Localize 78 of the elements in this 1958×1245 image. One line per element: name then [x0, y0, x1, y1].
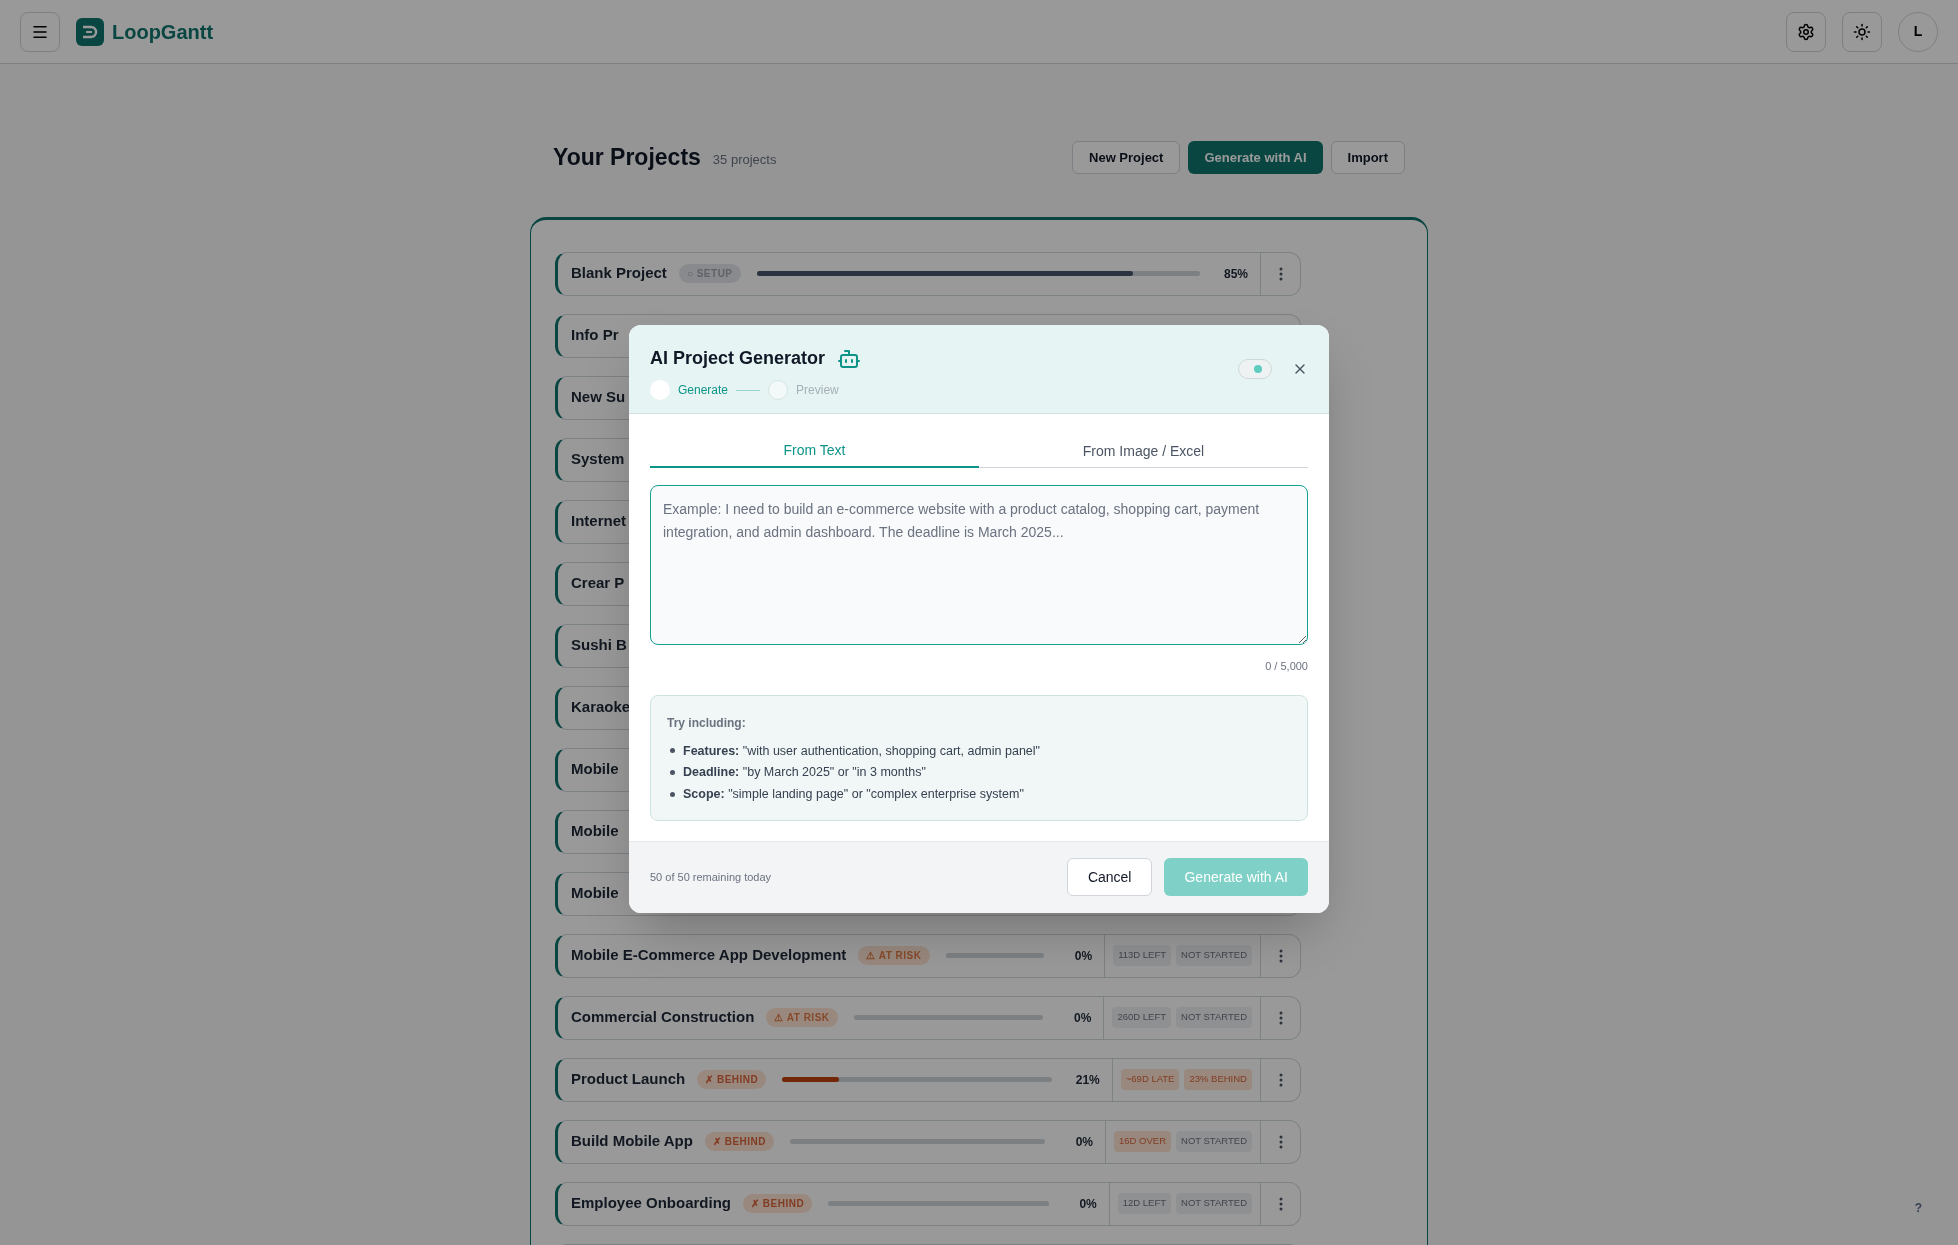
status-badge: ✗ BEHIND [704, 1132, 775, 1151]
brand-name: LoopGantt [112, 19, 214, 45]
project-name: Blank Project [571, 263, 667, 284]
progress-percent: 0% [1078, 1195, 1097, 1213]
project-name: Commercial Construction [571, 1007, 755, 1028]
status-tag: NOT STARTED [1176, 1131, 1252, 1152]
more-vertical-icon [1278, 1196, 1283, 1211]
project-name: Internet [571, 511, 626, 532]
more-vertical-icon [1278, 266, 1283, 281]
more-vertical-icon [1278, 948, 1283, 963]
status-tag: 113D LEFT [1113, 945, 1171, 966]
source-tab[interactable]: From Text [650, 434, 979, 468]
more-vertical-icon [1278, 1010, 1283, 1025]
status-badge: ✗ BEHIND [743, 1194, 813, 1213]
toolbar-button[interactable]: Generate with AI [1188, 140, 1323, 174]
dialog-title: AI Project Generator [650, 347, 826, 370]
project-name: Build Mobile App [571, 1131, 693, 1152]
status-tag: NOT STARTED [1176, 1193, 1252, 1214]
theme-button[interactable] [1842, 11, 1882, 52]
toolbar-button[interactable]: Import [1330, 140, 1405, 174]
sun-icon [1853, 22, 1871, 41]
status-badge: ✗ BEHIND [697, 1070, 767, 1089]
project-name: Mobile [571, 759, 619, 780]
project-row[interactable]: Mobile E-Commerce App Development ⚠ AT RISK 0% 113D LEFT NOT STARTED [555, 933, 1301, 978]
quota-text: 50 of 50 remaining today [650, 870, 772, 885]
character-counter: 0 / 5,000 [1265, 659, 1308, 674]
status-tag: 16D OVER [1114, 1131, 1171, 1152]
project-name: New Su [571, 387, 626, 408]
status-tag: ~69D LATE [1120, 1069, 1180, 1090]
tip-text: Features: "with user authentication, shopping cart, admin panel" [683, 742, 1040, 760]
progress-percent: 85% [1222, 265, 1248, 283]
status-tag: 260D LEFT [1112, 1007, 1171, 1028]
project-name: Employee Onboarding [571, 1193, 732, 1214]
project-name: Crear P [571, 573, 625, 594]
bullet-icon [670, 770, 675, 776]
bullet-icon [670, 791, 675, 797]
project-row[interactable]: Commercial Construction ⚠ AT RISK 0% 260D LEFT NOT STARTED [555, 995, 1301, 1040]
logo-icon [76, 17, 104, 46]
menu-button[interactable] [20, 11, 60, 52]
step-label: Preview [796, 382, 839, 399]
project-name: System [571, 449, 625, 470]
project-name: Sushi B [571, 635, 627, 656]
project-name: Mobile [571, 821, 619, 842]
status-tag: NOT STARTED [1176, 945, 1252, 966]
bullet-icon [670, 748, 675, 754]
status-badge: ⚠ AT RISK [858, 946, 930, 965]
project-name: Mobile [571, 883, 619, 904]
project-name: Info Pr [571, 325, 619, 346]
more-vertical-icon [1278, 1134, 1283, 1149]
more-vertical-icon [1278, 1072, 1283, 1087]
project-name: Karaoke [571, 697, 631, 718]
source-tab[interactable]: From Image / Excel [979, 434, 1308, 468]
progress-percent: 0% [1073, 947, 1093, 965]
project-row[interactable]: Employee Onboarding ✗ BEHIND 0% 12D LEFT NOT STARTED [555, 1181, 1301, 1226]
project-count: 35 projects [712, 150, 777, 169]
project-name: Product Launch [571, 1069, 686, 1090]
status-tag: NOT STARTED [1176, 1007, 1252, 1028]
cancel-button[interactable]: Cancel [1066, 858, 1153, 897]
description-field[interactable]: Example: I need to build an e-commerce website with a product catalog, shopping cart, payment integration, and admin dashboard. The deadline is March 2025... [650, 485, 1308, 645]
help-icon[interactable]: ? [1914, 1199, 1922, 1217]
progress-percent: 0% [1074, 1133, 1093, 1151]
tip-text: Scope: "simple landing page" or "complex enterprise system" [683, 786, 1024, 803]
progress-percent: 21% [1074, 1071, 1100, 1089]
toggle-switch[interactable] [1238, 359, 1272, 379]
status-tag: 12D LEFT [1117, 1193, 1171, 1214]
step-label: Generate [678, 382, 729, 399]
project-row[interactable]: Build Mobile App ✗ BEHIND 0% 16D OVER NOT STARTED [555, 1119, 1301, 1164]
status-tag: 23% BEHIND [1184, 1069, 1252, 1090]
toolbar-button[interactable]: New Project [1072, 140, 1181, 174]
settings-icon [1797, 22, 1815, 41]
status-badge: ⚠ AT RISK [766, 1008, 838, 1027]
tips-heading: Try including: [667, 714, 747, 732]
tip-text: Deadline: "by March 2025" or "in 3 months" [683, 764, 926, 782]
progress-percent: 0% [1073, 1009, 1092, 1027]
project-row[interactable]: Product Launch ✗ BEHIND 21% ~69D LATE 23% BEHIND [555, 1057, 1301, 1102]
page-title: Your Projects [553, 143, 701, 172]
settings-button[interactable] [1786, 11, 1826, 52]
project-name: Mobile E-Commerce App Development [571, 945, 847, 966]
